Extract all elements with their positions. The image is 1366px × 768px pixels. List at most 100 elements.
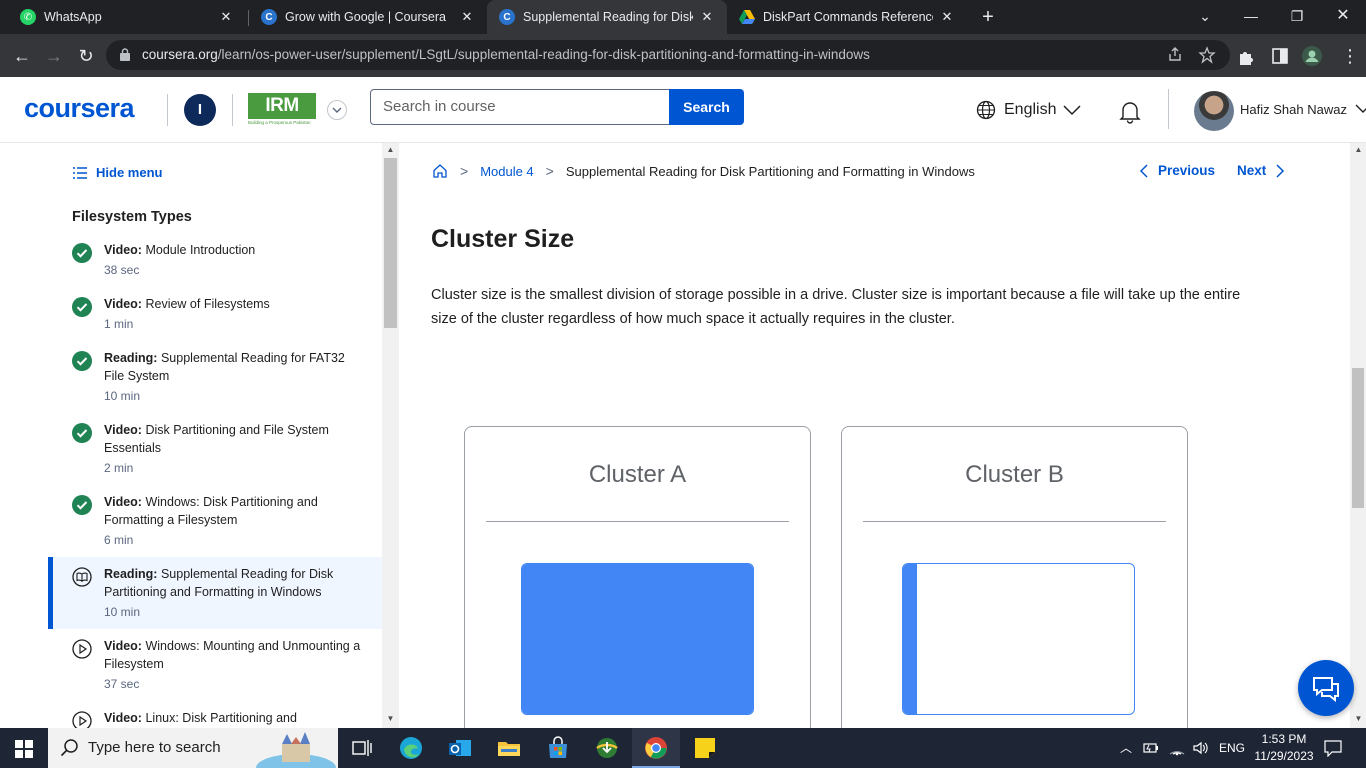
tab-grow-with-google[interactable]: C Grow with Google | Coursera ✕: [249, 0, 487, 34]
breadcrumb-current-page: Supplemental Reading for Disk Partitioni…: [565, 163, 975, 179]
task-view-icon[interactable]: [350, 736, 374, 760]
microsoft-store-icon[interactable]: [546, 736, 570, 760]
outline-item-disk-partitioning-essentials[interactable]: Video: Disk Partitioning and File System…: [48, 421, 382, 477]
user-avatar[interactable]: [1194, 91, 1234, 131]
tab-search-chevron-icon[interactable]: ⌄: [1182, 0, 1228, 34]
globe-icon: [976, 100, 996, 120]
edge-browser-icon[interactable]: [399, 736, 423, 760]
share-icon[interactable]: [1166, 46, 1184, 64]
browser-tab-strip: ✆ WhatsApp ✕ C Grow with Google | Course…: [0, 0, 1366, 34]
course-search-input[interactable]: Search in course: [370, 89, 670, 125]
card-divider: [863, 521, 1166, 522]
profile-icon[interactable]: [1301, 45, 1323, 67]
cluster-a-block: [521, 563, 754, 715]
battery-plugged-icon[interactable]: [1143, 740, 1161, 756]
page-scrollbar[interactable]: ▲ ▼: [1350, 143, 1366, 728]
windows-taskbar: Type here to search ︿ ENG 1:53 PM 11/29/…: [0, 728, 1366, 768]
system-clock[interactable]: 1:53 PM 11/29/2023: [1252, 731, 1316, 765]
whatsapp-icon: ✆: [20, 9, 36, 25]
address-bar[interactable]: coursera.org/learn/os-power-user/supplem…: [106, 40, 1230, 70]
coursera-icon: C: [261, 9, 277, 25]
side-panel-icon[interactable]: [1269, 45, 1291, 67]
close-tab-icon[interactable]: ✕: [699, 9, 715, 25]
tray-overflow-chevron-icon[interactable]: ︿: [1120, 728, 1132, 768]
minimize-button[interactable]: —: [1228, 0, 1274, 34]
cluster-b-label: Cluster B: [965, 461, 1064, 488]
tab-title: Grow with Google | Coursera: [285, 10, 446, 24]
cluster-b-block: [902, 563, 1135, 715]
cluster-a-card: Cluster A: [464, 426, 811, 728]
outline-item-linux-disk-partitioning[interactable]: Video: Linux: Disk Partitioning and: [48, 709, 382, 728]
breadcrumb-chevron-icon: >: [545, 163, 554, 179]
chat-assistant-button[interactable]: [1298, 660, 1354, 716]
close-window-button[interactable]: ✕: [1320, 0, 1366, 34]
breadcrumb-chevron-icon: >: [460, 163, 469, 179]
close-tab-icon[interactable]: ✕: [218, 9, 234, 25]
hide-menu-button[interactable]: Hide menu: [72, 165, 162, 180]
outline-item-fat32-reading[interactable]: Reading: Supplemental Reading for FAT32 …: [48, 349, 382, 405]
url-text: coursera.org/learn/os-power-user/supplem…: [142, 47, 870, 62]
sidebar-scroll-thumb[interactable]: [384, 158, 397, 328]
organization-avatar[interactable]: I: [184, 94, 216, 126]
windows-start-icon[interactable]: [15, 740, 33, 758]
reload-icon[interactable]: ↻: [72, 42, 100, 70]
item-duration: 6 min: [104, 533, 134, 547]
item-duration: 38 sec: [104, 263, 140, 277]
chrome-browser-icon[interactable]: [644, 736, 668, 760]
scroll-down-arrow-icon[interactable]: ▼: [382, 712, 399, 726]
restore-button[interactable]: ❐: [1274, 0, 1320, 34]
forward-arrow-icon[interactable]: →: [40, 42, 68, 70]
cluster-b-card: Cluster B: [841, 426, 1188, 728]
scroll-up-arrow-icon[interactable]: ▲: [1350, 143, 1366, 157]
file-explorer-icon[interactable]: [497, 736, 521, 760]
header-divider: [232, 94, 233, 126]
reading-book-icon: [72, 567, 92, 587]
org-switcher-chevron-icon[interactable]: [327, 100, 347, 120]
outline-item-review-of-filesystems[interactable]: Video: Review of Filesystems 1 min: [48, 295, 382, 333]
completed-check-icon: [72, 297, 92, 317]
search-button[interactable]: Search: [669, 89, 744, 125]
extensions-puzzle-icon[interactable]: [1236, 45, 1258, 67]
sticky-notes-icon[interactable]: [693, 736, 717, 760]
sidebar-scrollbar[interactable]: ▲ ▼: [382, 143, 399, 728]
volume-speaker-icon[interactable]: [1192, 740, 1210, 756]
input-language-indicator[interactable]: ENG: [1219, 728, 1245, 768]
browser-menu-icon[interactable]: ⋮: [1336, 42, 1364, 70]
close-tab-icon[interactable]: ✕: [459, 9, 475, 25]
partner-logo-mark: IRM: [248, 93, 316, 119]
outline-item-mounting-unmounting[interactable]: Video: Windows: Mounting and Unmounting …: [48, 637, 382, 693]
hide-menu-label: Hide menu: [96, 165, 163, 180]
chat-bubbles-icon: [1313, 677, 1339, 703]
notifications-bell-icon[interactable]: [1117, 99, 1143, 125]
new-tab-button[interactable]: +: [976, 5, 1000, 29]
page-scroll-thumb[interactable]: [1352, 368, 1364, 508]
user-name[interactable]: Hafiz Shah Nawaz: [1240, 102, 1366, 117]
item-duration: 10 min: [104, 389, 141, 403]
scroll-up-arrow-icon[interactable]: ▲: [382, 143, 399, 157]
next-button[interactable]: Next: [1237, 163, 1286, 178]
close-tab-icon[interactable]: ✕: [939, 9, 955, 25]
coursera-logo[interactable]: coursera: [24, 93, 135, 124]
tab-whatsapp[interactable]: ✆ WhatsApp ✕: [8, 0, 246, 34]
partner-logo[interactable]: IRM Building a Prosperous Pakistan: [248, 93, 316, 127]
tab-diskpart-reference[interactable]: DiskPart Commands Reference C ✕: [727, 0, 967, 34]
wifi-icon[interactable]: [1168, 740, 1186, 756]
outline-item-current-reading[interactable]: Reading: Supplemental Reading for Disk P…: [48, 557, 382, 629]
chevron-left-icon: [1139, 163, 1148, 178]
back-arrow-icon[interactable]: ←: [8, 42, 36, 70]
tab-supplemental-reading[interactable]: C Supplemental Reading for Disk P ✕: [487, 0, 727, 34]
home-icon[interactable]: [432, 163, 448, 179]
header-divider: [167, 94, 168, 126]
cluster-b-fill: [903, 564, 917, 714]
download-manager-icon[interactable]: [595, 736, 619, 760]
lock-icon: [120, 48, 130, 61]
notification-center-icon[interactable]: [1324, 739, 1342, 757]
previous-button[interactable]: Previous: [1138, 163, 1215, 178]
tab-title: WhatsApp: [44, 10, 102, 24]
outline-item-module-introduction[interactable]: Video: Module Introduction 38 sec: [48, 241, 382, 279]
outlook-icon[interactable]: [448, 736, 472, 760]
outline-item-windows-disk-partitioning[interactable]: Video: Windows: Disk Partitioning and Fo…: [48, 493, 382, 549]
bookmark-star-icon[interactable]: [1198, 46, 1216, 64]
breadcrumb-module-link[interactable]: Module 4: [480, 164, 533, 179]
language-selector[interactable]: English: [976, 100, 1082, 120]
